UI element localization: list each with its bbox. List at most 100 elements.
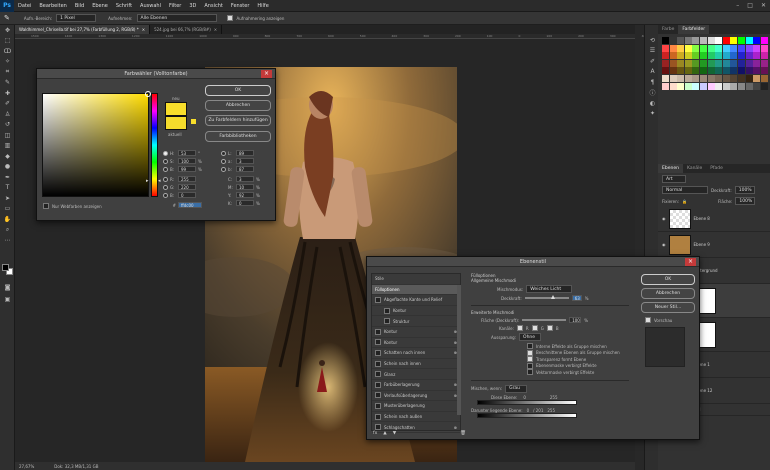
swatch-cell[interactable] <box>692 52 700 60</box>
menu-ansicht[interactable]: Ansicht <box>200 3 226 9</box>
path-select-icon[interactable]: ➤ <box>0 193 15 204</box>
move-down-icon[interactable]: ▼ <box>393 431 396 436</box>
menu-bearbeiten[interactable]: Bearbeiten <box>35 3 70 9</box>
zoom-tool-icon[interactable]: ⌕ <box>0 225 15 236</box>
gamut-warning-icon[interactable] <box>191 119 196 124</box>
swatch-cell[interactable] <box>760 44 768 52</box>
swatch-cell[interactable] <box>753 52 761 60</box>
advanced-option-checkbox[interactable] <box>527 362 533 369</box>
swatch-cell[interactable] <box>662 52 669 60</box>
color-field[interactable] <box>42 91 151 197</box>
swatch-cell[interactable] <box>707 44 715 52</box>
swatch-cell[interactable] <box>730 59 738 67</box>
style-item[interactable]: Farbüberlagerung ⊕ <box>372 380 460 391</box>
menu-fenster[interactable]: Fenster <box>227 3 254 9</box>
move-tool-icon[interactable]: ✥ <box>0 25 15 36</box>
blend-mode-select[interactable]: Weiches Licht <box>526 285 573 293</box>
swatch-cell[interactable] <box>669 52 677 60</box>
style-item[interactable]: Glanz <box>372 369 460 380</box>
blend-if-select[interactable]: Grau <box>505 384 528 393</box>
swatch-cell[interactable] <box>677 74 685 82</box>
swatch-cell[interactable] <box>677 37 685 44</box>
swatch-cell[interactable] <box>722 82 730 90</box>
saturation-field[interactable]: 100 <box>178 158 196 164</box>
tab-color[interactable]: Farbe <box>658 25 678 34</box>
menu-ebene[interactable]: Ebene <box>88 3 112 9</box>
swatch-cell[interactable] <box>745 67 753 75</box>
preview-checkbox[interactable] <box>645 317 651 323</box>
layer-fill-field[interactable]: 100% <box>735 197 756 205</box>
a-radio[interactable] <box>221 158 226 164</box>
swatch-cell[interactable] <box>662 44 669 52</box>
channel-b-checkbox[interactable] <box>546 325 553 331</box>
swatch-cell[interactable] <box>722 59 730 67</box>
eraser-tool-icon[interactable]: ◫ <box>0 130 15 141</box>
b-radio[interactable] <box>221 166 226 172</box>
tab-channels[interactable]: Kanäle <box>683 164 706 173</box>
swatch-cell[interactable] <box>684 59 692 67</box>
layer-row[interactable]: ◉ Ebene 9 <box>658 232 770 258</box>
current-color-preview[interactable] <box>165 116 187 130</box>
close-icon[interactable]: × <box>261 70 272 78</box>
swatch-cell[interactable] <box>715 37 723 44</box>
swatch-cell[interactable] <box>684 67 692 75</box>
pen-tool-icon[interactable]: ✒ <box>0 172 15 183</box>
channel-g-checkbox[interactable] <box>531 325 538 331</box>
swatch-cell[interactable] <box>662 74 669 82</box>
new-style-button[interactable]: Neuer Stil... <box>641 302 695 313</box>
menu-auswahl[interactable]: Auswahl <box>136 3 165 9</box>
lasso-tool-icon[interactable]: ↀ <box>0 46 15 57</box>
marquee-tool-icon[interactable]: ⬚ <box>0 36 15 47</box>
red-radio[interactable] <box>163 176 168 182</box>
cancel-button[interactable]: Abbrechen <box>205 100 271 111</box>
menu-hilfe[interactable]: Hilfe <box>253 3 272 9</box>
tab-layers[interactable]: Ebenen <box>658 164 683 173</box>
cancel-button[interactable]: Abbrechen <box>641 288 695 299</box>
swatch-cell[interactable] <box>669 59 677 67</box>
swatch-cell[interactable] <box>760 59 768 67</box>
swatch-cell[interactable] <box>715 74 723 82</box>
eyedropper-tool-icon[interactable]: ✎ <box>0 78 15 89</box>
swatch-cell[interactable] <box>737 44 745 52</box>
fill-opacity-field[interactable]: 100 <box>569 317 582 323</box>
swatch-cell[interactable] <box>699 82 707 90</box>
swatch-cell[interactable] <box>753 74 761 82</box>
swatch-cell[interactable] <box>737 67 745 75</box>
swatch-cell[interactable] <box>715 67 723 75</box>
hue-slider[interactable] <box>151 93 158 197</box>
swatch-cell[interactable] <box>692 37 700 44</box>
swatch-cell[interactable] <box>753 44 761 52</box>
quick-mask-icon[interactable]: ◙ <box>0 282 15 293</box>
hand-tool-icon[interactable]: ✋ <box>0 214 15 225</box>
styles-scrollbar[interactable] <box>457 285 461 415</box>
swatch-cell[interactable] <box>699 44 707 52</box>
screen-mode-icon[interactable]: ▣ <box>0 294 15 305</box>
advanced-option-checkbox[interactable] <box>527 356 533 363</box>
layer-opacity-field[interactable]: 100% <box>734 186 755 194</box>
fx-icon[interactable]: fx <box>373 431 377 436</box>
sample-layers-select[interactable]: Alle Ebenen <box>136 14 217 22</box>
swatch-cell[interactable] <box>745 59 753 67</box>
swatch-cell[interactable] <box>692 67 700 75</box>
swatch-cell[interactable] <box>692 59 700 67</box>
style-item[interactable]: Fülloptionen <box>372 284 460 296</box>
hex-field[interactable]: ffdc00 <box>178 202 202 208</box>
swatch-cell[interactable] <box>707 74 715 82</box>
swatch-cell[interactable] <box>677 59 685 67</box>
style-checkbox[interactable] <box>375 328 381 335</box>
zoom-level[interactable]: 27,67% <box>19 464 34 469</box>
swatch-cell[interactable] <box>677 44 685 52</box>
swatch-cell[interactable] <box>707 67 715 75</box>
blue-field[interactable]: 0 <box>178 192 196 198</box>
underlying-layer-gradient[interactable] <box>477 412 577 418</box>
green-field[interactable]: 220 <box>178 184 196 190</box>
swatch-cell[interactable] <box>692 82 700 90</box>
green-radio[interactable] <box>163 184 168 190</box>
swatch-cell[interactable] <box>662 59 669 67</box>
magenta-field[interactable]: 10 <box>236 184 254 190</box>
style-checkbox[interactable] <box>375 413 381 420</box>
style-checkbox[interactable] <box>375 296 381 303</box>
gradient-tool-icon[interactable]: ▥ <box>0 141 15 152</box>
swatch-cell[interactable] <box>745 37 753 44</box>
style-item[interactable]: Schein nach außen <box>372 412 460 423</box>
